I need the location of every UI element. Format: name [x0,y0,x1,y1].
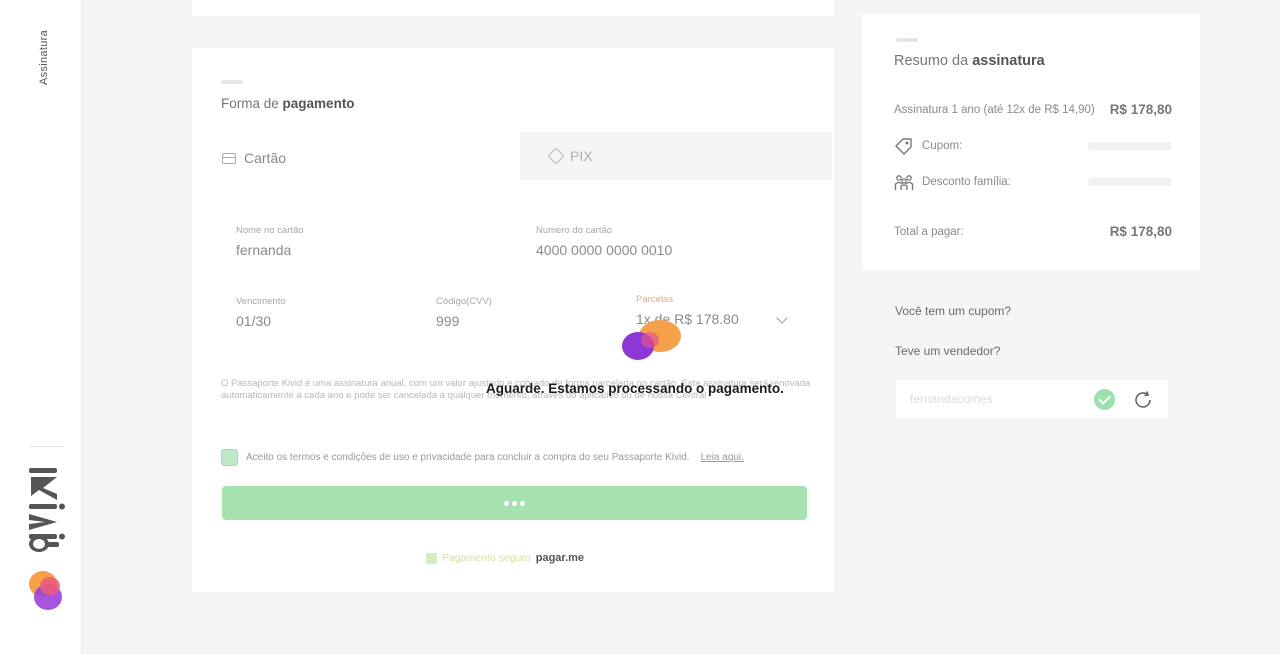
seller-question-link[interactable]: Teve um vendedor? [895,344,1000,358]
card-name-field[interactable]: Nome no cartão fernanda [236,225,304,258]
tab-pix[interactable]: PIX [520,132,832,180]
summary-section-title: Resumo da assinatura [894,53,1045,69]
section-accent-bar [221,80,243,84]
credit-card-icon [222,152,236,164]
payment-title-prefix: Forma de [221,96,279,111]
terms-row: Aceito os termos e condições de uso e pr… [221,449,744,466]
cvv-input[interactable]: 999 [436,313,492,329]
submit-payment-button[interactable] [222,486,807,520]
loading-dot [520,500,525,506]
tab-cartao-label: Cartão [244,150,287,166]
summary-subscription-row: Assinatura 1 ano (até 12x de R$ 14,90) R… [894,102,1172,117]
cvv-field[interactable]: Código(CVV) 999 [436,296,492,329]
chevron-down-icon[interactable] [776,312,788,324]
loading-dot [512,500,517,506]
card-name-label: Nome no cartão [236,225,304,236]
summary-coupon-row: Cupom: [894,137,1172,155]
payment-card: Forma de pagamento Cartão PIX Nome no ca… [192,48,834,592]
subscription-label: Assinatura 1 ano (até 12x de R$ 14,90) [894,103,1095,116]
section-accent-bar [896,38,918,42]
family-discount-label: Desconto família: [922,176,1011,188]
coupon-label: Cupom: [922,140,963,152]
terms-text: Aceito os termos e condições de uso e pr… [246,452,690,463]
top-card-strip [192,0,834,16]
terms-checkbox[interactable] [221,449,238,466]
family-value-placeholder [1088,178,1172,186]
check-circle-icon [1094,389,1115,410]
coupon-value-placeholder [1088,142,1172,150]
pagarme-logo: pagar.me [535,552,585,564]
subscription-value: R$ 178,80 [1109,102,1172,117]
payment-section-title: Forma de pagamento [221,96,355,111]
summary-title-strong: assinatura [972,53,1045,69]
installments-label: Parcelas [636,294,673,305]
sidebar: Assinatura [0,0,82,654]
loading-spinner-logo [622,320,681,360]
sidebar-nav-assinatura[interactable]: Assinatura [38,30,50,85]
summary-card: Resumo da assinatura Assinatura 1 ano (a… [862,14,1200,270]
secure-payment-badge: Pagamento seguro pagar.me [426,552,584,564]
total-value: R$ 178,80 [1109,224,1172,239]
sidebar-divider [30,446,64,447]
summary-title-prefix: Resumo da [894,53,969,69]
terms-link[interactable]: Leia aqui. [701,452,744,463]
tab-pix-label: PIX [570,148,593,164]
expiry-input[interactable]: 01/30 [236,313,286,329]
kivid-wordmark-logo [29,468,65,552]
summary-family-row: Desconto família: [894,173,1172,191]
payment-title-strong: pagamento [282,96,355,111]
coupon-question-link[interactable]: Você tem um cupom? [895,304,1011,318]
refresh-icon[interactable] [1132,389,1154,411]
total-label: Total a pagar: [894,225,964,238]
seller-input[interactable]: fernandacomes [896,380,1168,418]
coupon-tag-icon [895,138,912,155]
expiry-field[interactable]: Vencimento 01/30 [236,296,286,329]
processing-message: Aguarde. Estamos processando o pagamento… [486,381,784,396]
pix-icon [547,147,565,165]
card-number-label: Numero do cartão [536,225,613,236]
family-icon [894,175,914,190]
kivid-logo-mark [29,571,62,610]
card-name-input[interactable]: fernanda [236,242,304,258]
loading-dot [504,500,509,506]
card-number-input[interactable]: 4000 0000 0000 0010 [536,242,672,258]
card-number-field[interactable]: Numero do cartão 4000 0000 0000 0010 [536,225,672,258]
secure-payment-text: Pagamento seguro [442,552,531,564]
cvv-label: Código(CVV) [436,296,492,307]
summary-total-row: Total a pagar: R$ 178,80 [894,224,1172,239]
lock-icon [426,552,437,564]
expiry-label: Vencimento [236,296,286,307]
seller-input-value: fernandacomes [910,392,993,406]
tab-cartao[interactable]: Cartão [222,150,286,166]
